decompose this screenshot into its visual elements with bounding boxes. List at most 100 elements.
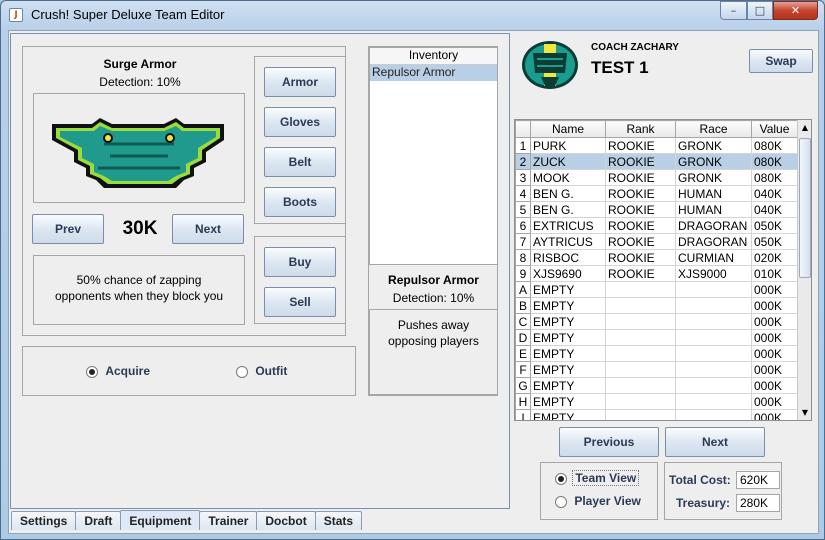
column-name-header[interactable]: Name	[530, 120, 606, 138]
roster-header-row: Name Rank Race Value	[515, 120, 798, 138]
team-view-radio[interactable]: Team View	[555, 470, 640, 486]
swap-button[interactable]: Swap	[749, 49, 813, 73]
minimize-button[interactable]: –	[720, 1, 747, 20]
sell-button[interactable]: Sell	[264, 287, 336, 317]
tab-stats[interactable]: Stats	[314, 511, 363, 530]
column-value-header[interactable]: Value	[751, 120, 798, 138]
total-cost-field: 620K	[736, 471, 780, 489]
roster-table[interactable]: Name Rank Race Value 1 PURK ROOKIE GRONK 080…	[514, 119, 812, 421]
table-row[interactable]: 2 ZUCK ROOKIE GRONK 080K	[515, 153, 798, 170]
tab-trainer[interactable]: Trainer	[199, 511, 258, 530]
player-race-cell: DRAGORAN	[675, 217, 752, 234]
team-view-label: Team View	[572, 470, 640, 486]
previous-button[interactable]: Previous	[559, 427, 659, 457]
player-value-cell: 000K	[751, 409, 798, 420]
row-index: 2	[515, 153, 531, 170]
table-row[interactable]: I EMPTY 000K	[515, 409, 798, 420]
player-value-cell: 020K	[751, 249, 798, 266]
player-name-cell: XJS9690	[530, 265, 606, 282]
inventory-description-box: Pushes away opposing players	[369, 309, 498, 395]
player-view-label: Player View	[574, 494, 641, 508]
tab-docbot[interactable]: Docbot	[256, 511, 316, 530]
tab-equipment[interactable]: Equipment	[120, 510, 201, 530]
roster-scrollbar[interactable]: ▲ ▼	[797, 120, 811, 420]
player-view-radio[interactable]: Player View	[555, 494, 641, 508]
row-index: 9	[515, 265, 531, 282]
player-name-cell: EMPTY	[530, 297, 606, 314]
table-row[interactable]: 5 BEN G. ROOKIE HUMAN 040K	[515, 201, 798, 218]
maximize-button[interactable]: □	[747, 1, 773, 20]
row-index: G	[515, 377, 531, 394]
player-race-cell	[675, 393, 752, 410]
treasury-field: 280K	[736, 494, 780, 512]
inventory-item-name: Repulsor Armor	[388, 273, 479, 287]
player-race-cell: XJS9000	[675, 265, 752, 282]
totals-group: Total Cost: 620K Treasury: 280K	[664, 462, 782, 520]
outfit-radio-indicator[interactable]	[236, 365, 248, 378]
table-row[interactable]: A EMPTY 000K	[515, 281, 798, 298]
player-rank-cell	[605, 409, 676, 420]
inventory-item[interactable]: Repulsor Armor	[370, 65, 497, 81]
boots-button[interactable]: Boots	[264, 187, 336, 217]
player-name-cell: RISBOC	[530, 249, 606, 266]
title-bar[interactable]: J Crush! Super Deluxe Team Editor – □ ✕	[1, 1, 824, 29]
table-row[interactable]: 9 XJS9690 ROOKIE XJS9000 010K	[515, 265, 798, 282]
armor-button[interactable]: Armor	[264, 67, 336, 97]
tab-settings[interactable]: Settings	[11, 511, 77, 530]
table-row[interactable]: 8 RISBOC ROOKIE CURMIAN 020K	[515, 249, 798, 266]
row-index: 6	[515, 217, 531, 234]
player-race-cell	[675, 329, 752, 346]
player-race-cell: CURMIAN	[675, 249, 752, 266]
table-row[interactable]: G EMPTY 000K	[515, 377, 798, 394]
player-value-cell: 000K	[751, 281, 798, 298]
table-row[interactable]: H EMPTY 000K	[515, 393, 798, 410]
table-row[interactable]: 4 BEN G. ROOKIE HUMAN 040K	[515, 185, 798, 202]
table-row[interactable]: E EMPTY 000K	[515, 345, 798, 362]
player-value-cell: 000K	[751, 393, 798, 410]
column-race-header[interactable]: Race	[675, 120, 752, 138]
gloves-button[interactable]: Gloves	[264, 107, 336, 137]
player-value-cell: 050K	[751, 217, 798, 234]
outfit-radio[interactable]: Outfit	[236, 364, 287, 378]
belt-button[interactable]: Belt	[264, 147, 336, 177]
player-name-cell: AYTRICUS	[530, 233, 606, 250]
close-button[interactable]: ✕	[773, 1, 818, 20]
tab-draft[interactable]: Draft	[75, 511, 122, 530]
table-row[interactable]: B EMPTY 000K	[515, 297, 798, 314]
player-rank-cell	[605, 377, 676, 394]
player-rank-cell	[605, 345, 676, 362]
player-name-cell: EMPTY	[530, 281, 606, 298]
scroll-thumb[interactable]	[799, 138, 811, 278]
inventory-list[interactable]: Inventory Repulsor Armor	[369, 47, 498, 265]
table-row[interactable]: 3 MOOK ROOKIE GRONK 080K	[515, 169, 798, 186]
scroll-down-icon[interactable]: ▼	[798, 405, 811, 420]
row-index: 5	[515, 201, 531, 218]
table-row[interactable]: 6 EXTRICUS ROOKIE DRAGORAN 050K	[515, 217, 798, 234]
table-row[interactable]: 7 AYTRICUS ROOKIE DRAGORAN 050K	[515, 233, 798, 250]
player-race-cell	[675, 297, 752, 314]
player-name-cell: EMPTY	[530, 361, 606, 378]
inventory-description-line2: opposing players	[388, 334, 479, 348]
inventory-group: Inventory Repulsor Armor Repulsor Armor …	[368, 46, 498, 396]
column-rank-header[interactable]: Rank	[605, 120, 676, 138]
player-rank-cell: ROOKIE	[605, 153, 676, 170]
table-row[interactable]: 1 PURK ROOKIE GRONK 080K	[515, 137, 798, 154]
coach-name: COACH ZACHARY	[591, 42, 679, 53]
player-rank-cell	[605, 329, 676, 346]
next-item-button[interactable]: Next	[172, 214, 244, 244]
next-button[interactable]: Next	[665, 427, 765, 457]
outfit-label: Outfit	[255, 364, 288, 378]
prev-item-button[interactable]: Prev	[32, 214, 104, 244]
acquire-radio[interactable]: Acquire	[86, 364, 150, 378]
row-index: I	[515, 409, 531, 420]
scroll-up-icon[interactable]: ▲	[798, 120, 811, 135]
table-row[interactable]: F EMPTY 000K	[515, 361, 798, 378]
acquire-radio-indicator[interactable]	[86, 365, 98, 378]
table-row[interactable]: D EMPTY 000K	[515, 329, 798, 346]
team-view-indicator[interactable]	[555, 472, 567, 485]
buy-button[interactable]: Buy	[264, 247, 336, 277]
player-view-indicator[interactable]	[555, 495, 567, 508]
player-name-cell: EMPTY	[530, 393, 606, 410]
player-rank-cell	[605, 361, 676, 378]
table-row[interactable]: C EMPTY 000K	[515, 313, 798, 330]
